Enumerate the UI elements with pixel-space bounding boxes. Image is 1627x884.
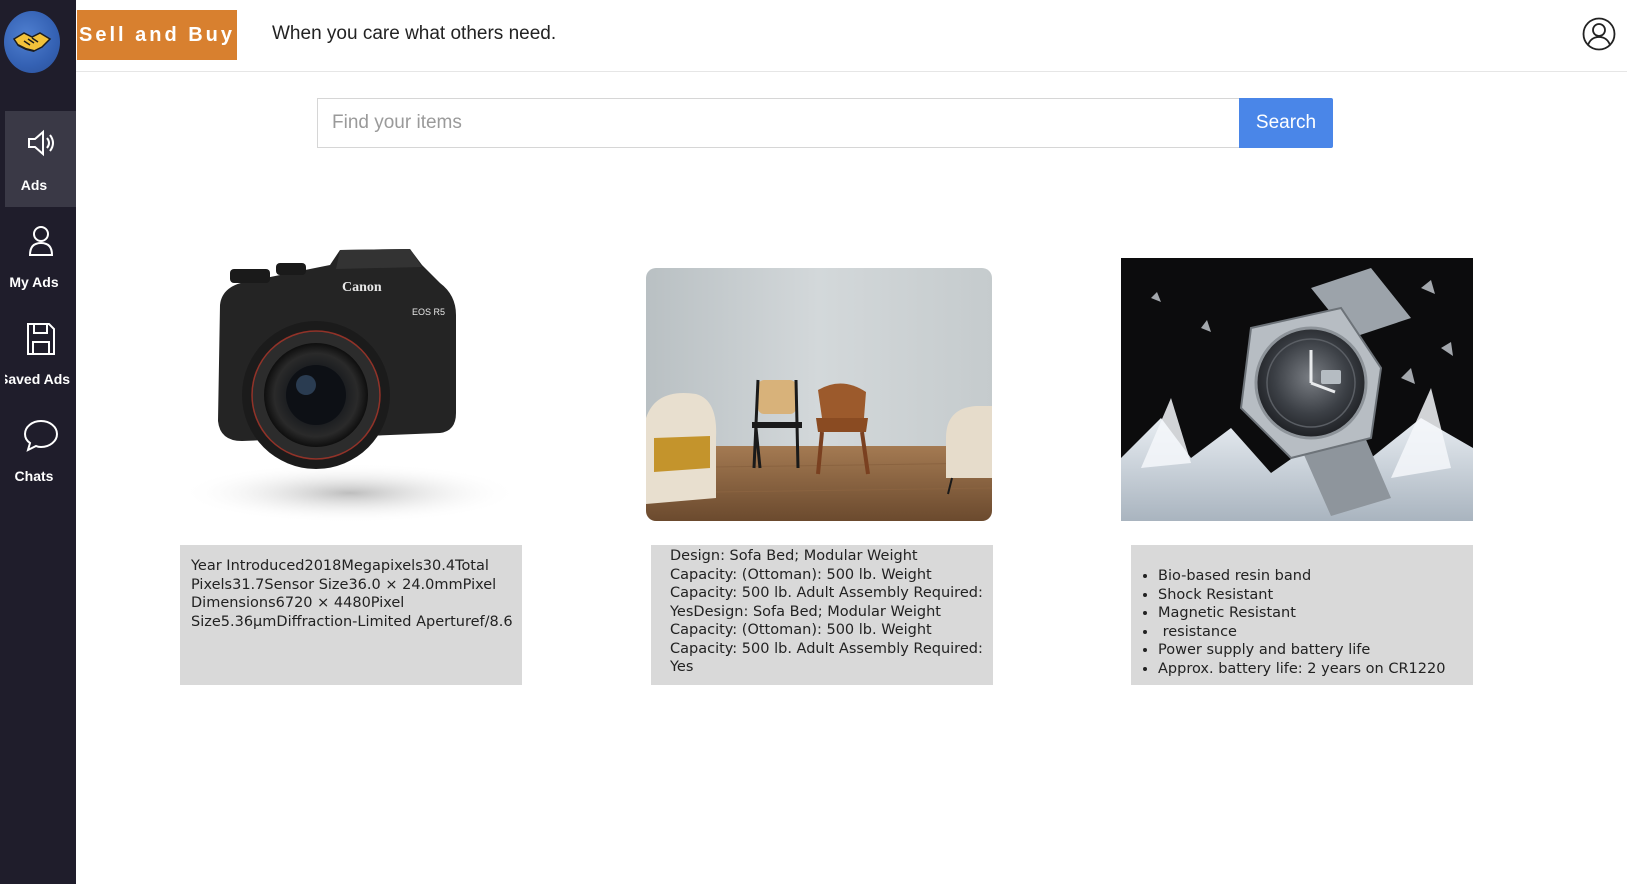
feature-list-item: Bio-based resin band xyxy=(1158,567,1468,586)
listing-description-text: Design: Sofa Bed; Modular Weight Capacit… xyxy=(670,548,983,675)
megaphone-icon xyxy=(25,127,57,164)
sidebar-item-label: Chats xyxy=(14,468,54,484)
search-bar: Search xyxy=(317,98,1333,148)
listing-image-watch[interactable] xyxy=(1121,258,1473,521)
camera-model-text: EOS R5 xyxy=(412,307,445,317)
feature-list-item: Power supply and battery life xyxy=(1158,641,1468,660)
camera-brand-text: Canon xyxy=(342,280,382,295)
sidebar-item-label: Ads xyxy=(20,177,48,193)
feature-list-item: resistance xyxy=(1158,623,1468,642)
sidebar-item-label: Saved Ads xyxy=(5,371,71,387)
listing-description: Design: Sofa Bed; Modular Weight Capacit… xyxy=(651,545,993,685)
top-header: Sell and Buy When you care what others n… xyxy=(76,0,1627,72)
listing-description: Bio-based resin bandShock ResistantMagne… xyxy=(1131,545,1473,685)
search-input[interactable] xyxy=(317,98,1239,148)
sidebar-item-saved-ads[interactable]: Saved Ads xyxy=(5,305,76,401)
search-button[interactable]: Search xyxy=(1239,98,1333,148)
person-icon xyxy=(25,224,57,263)
handshake-logo[interactable] xyxy=(4,11,60,73)
listing-image-camera[interactable]: Canon EOS R5 xyxy=(160,245,522,535)
user-account-icon[interactable] xyxy=(1582,17,1616,56)
tagline: When you care what others need. xyxy=(272,23,557,44)
save-icon xyxy=(25,321,57,362)
sidebar-item-ads[interactable]: Ads xyxy=(5,111,76,207)
listing-description-text: Year Introduced2018Megapixels30.4Total P… xyxy=(191,558,513,630)
feature-list: Bio-based resin bandShock ResistantMagne… xyxy=(1158,567,1468,678)
sidebar-item-label: My Ads xyxy=(9,274,59,290)
feature-list-item: Shock Resistant xyxy=(1158,586,1468,605)
brand-logo[interactable]: Sell and Buy xyxy=(77,10,237,60)
listing-image-furniture[interactable] xyxy=(646,268,992,521)
listing-description: Year Introduced2018Megapixels30.4Total P… xyxy=(180,545,522,685)
feature-list-item: Approx. battery life: 2 years on CR1220 xyxy=(1158,660,1468,679)
feature-list-item: Magnetic Resistant xyxy=(1158,604,1468,623)
sidebar-item-chats[interactable]: Chats xyxy=(5,402,76,498)
sidebar-item-my-ads[interactable]: My Ads xyxy=(5,208,76,304)
chat-bubble-icon xyxy=(23,418,59,457)
sidebar: Ads My Ads Saved Ads Chats xyxy=(0,0,76,884)
